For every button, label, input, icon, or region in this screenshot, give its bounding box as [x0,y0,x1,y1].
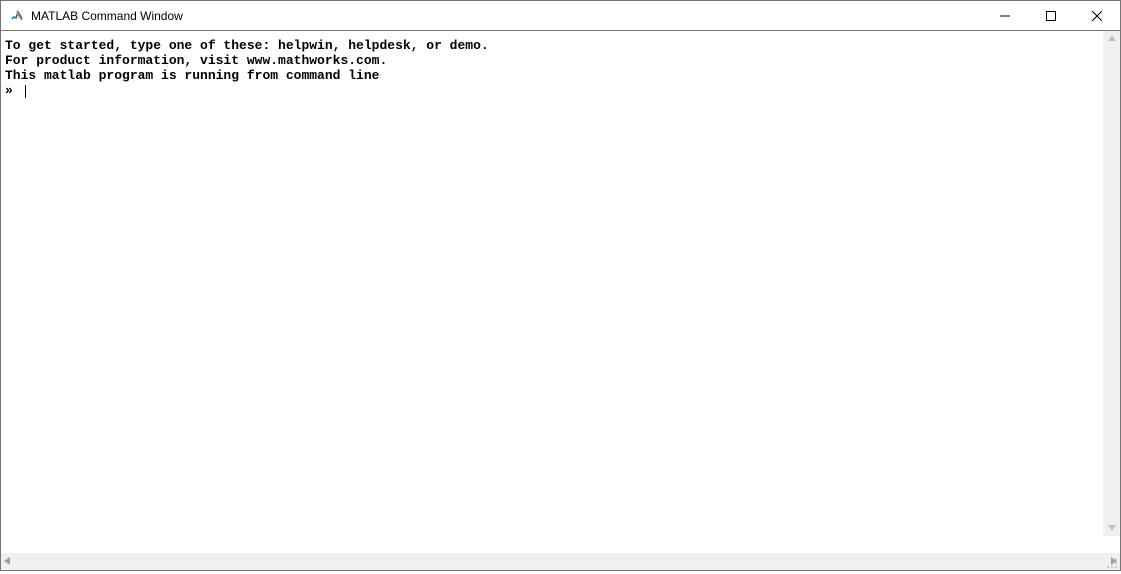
resize-grip[interactable] [1106,556,1118,568]
command-window-output[interactable]: To get started, type one of these: helpw… [1,31,1120,553]
output-line: This matlab program is running from comm… [5,69,1116,84]
close-button[interactable] [1074,1,1120,30]
output-line: To get started, type one of these: helpw… [5,39,1116,54]
horizontal-scrollbar[interactable] [1,553,1120,570]
titlebar[interactable]: MATLAB Command Window [1,1,1120,31]
text-cursor [25,85,26,98]
minimize-button[interactable] [982,1,1028,30]
output-line: For product information, visit www.mathw… [5,54,1116,69]
prompt-symbol: » [5,84,21,99]
window-controls [982,1,1120,30]
prompt-line[interactable]: » [5,84,1116,99]
vertical-scrollbar[interactable] [1103,31,1120,536]
maximize-button[interactable] [1028,1,1074,30]
scroll-down-arrow[interactable] [1108,524,1116,533]
scroll-up-arrow[interactable] [1108,34,1116,43]
scroll-left-arrow[interactable] [4,557,10,567]
window-title: MATLAB Command Window [31,9,982,23]
content-area: To get started, type one of these: helpw… [1,31,1120,570]
matlab-icon [9,8,25,24]
terminal-wrapper: To get started, type one of these: helpw… [1,31,1120,553]
